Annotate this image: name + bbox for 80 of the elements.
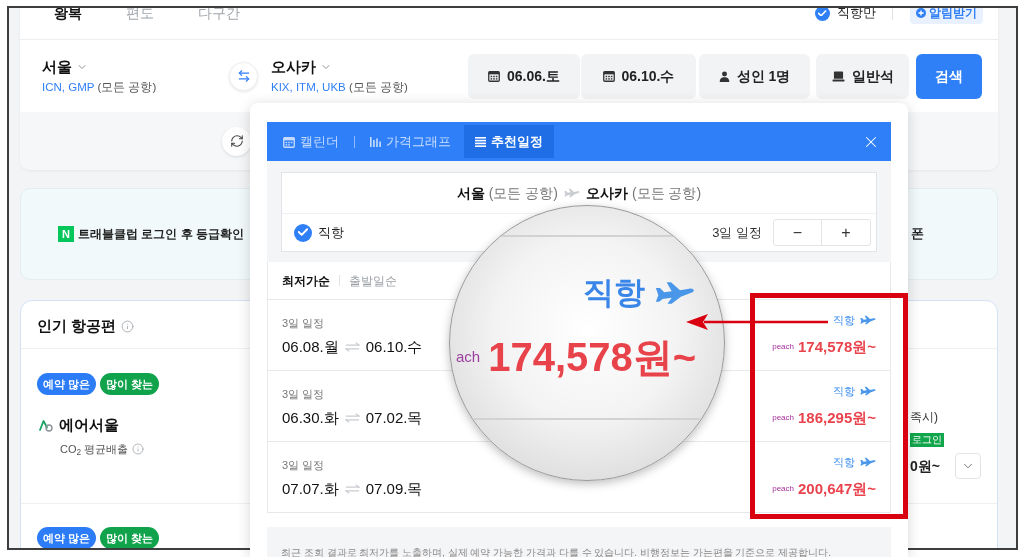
- condition-text: 족시): [910, 409, 938, 425]
- popularity-tag: 많이 찾는: [100, 527, 160, 548]
- section-title: 인기 항공편: [37, 316, 117, 337]
- cabin-class-button[interactable]: 일반석: [816, 53, 909, 99]
- calendar-icon: [488, 70, 501, 82]
- fare-price: 174,578원~: [798, 337, 876, 357]
- popup-tab[interactable]: 추천일정: [464, 125, 554, 158]
- popularity-tag: 많이 찾는: [100, 373, 160, 395]
- plane-icon: [655, 281, 695, 305]
- airline-logo: peach: [772, 341, 794, 353]
- checkbox-label: 직항만: [837, 8, 876, 23]
- check-icon: [818, 9, 827, 17]
- return-date: 07.02.목: [365, 408, 423, 428]
- airline-logo: peach: [772, 483, 794, 495]
- airline-logo-icon: [39, 418, 53, 432]
- decrease-button[interactable]: −: [774, 220, 822, 245]
- round-trip-arrows-icon: [344, 342, 360, 352]
- check-icon: [298, 228, 308, 237]
- seat-icon: [831, 70, 845, 82]
- departure-date: 06.08.월: [282, 337, 339, 357]
- swap-button[interactable]: [229, 61, 258, 91]
- magnified-airline-logo: ach: [456, 346, 481, 367]
- calendar-icon: [602, 70, 615, 82]
- letter-logo: N: [58, 226, 74, 242]
- airport-codes: ICN, GMP (모든 공항): [42, 80, 158, 95]
- trip-length: 3일 일정: [282, 316, 326, 330]
- airline-name: 에어서울: [59, 414, 119, 435]
- trip-length: 3일 일정: [282, 387, 326, 401]
- sort-tab[interactable]: 최저가순: [282, 271, 330, 290]
- return-date: 07.09.목: [365, 479, 423, 499]
- date-picker-button[interactable]: 06.06.토: [468, 53, 580, 99]
- popularity-tag: 예약 많은: [37, 527, 97, 548]
- reset-button[interactable]: [222, 126, 251, 156]
- plane-icon: [860, 315, 876, 325]
- return-date: 06.10.수: [365, 337, 423, 357]
- fare-price: 200,647원~: [798, 479, 876, 499]
- person-icon: [718, 70, 730, 82]
- round-trip-arrows-icon: [344, 484, 360, 494]
- banner-text: 트래블클럽 로그인 후 등급확인: [78, 226, 244, 243]
- departure-date: 06.30.화: [282, 408, 339, 428]
- origin-select[interactable]: 서울: [42, 57, 88, 77]
- magnified-label: 직항: [583, 275, 645, 311]
- direct-flight-label: 직항: [833, 384, 855, 398]
- airport-codes: KIX, ITM, UKB (모든 공항): [271, 80, 409, 95]
- swap-icon: [236, 69, 251, 83]
- popularity-tag: 예약 많은: [37, 373, 97, 395]
- trip-length: 3일 일정: [282, 458, 326, 472]
- login-tag: 로그인: [910, 433, 944, 447]
- route-origin: 서울 (모든 공항): [456, 183, 558, 203]
- plane-icon: [564, 188, 580, 198]
- info-icon: [132, 443, 145, 455]
- emission-label: CO$_{2}$ 평균배출: [60, 441, 129, 458]
- trip-type-tab[interactable]: 왕복: [54, 8, 126, 24]
- list-icon: [475, 136, 486, 147]
- airline-logo: peach: [772, 412, 794, 424]
- refresh-icon: [229, 134, 244, 148]
- round-trip-arrows-icon: [344, 413, 360, 423]
- route-destination: 오사카 (모든 공항): [586, 183, 702, 203]
- date-picker-button[interactable]: 06.10.수: [581, 53, 696, 99]
- bar-chart-icon: [370, 136, 381, 147]
- departure-date: 07.07.화: [282, 479, 339, 499]
- increase-button[interactable]: +: [822, 220, 870, 245]
- destination-select[interactable]: 오사카: [271, 57, 332, 77]
- magnified-price: 174,578원~: [488, 334, 697, 381]
- trip-length-label: 3일 일정: [712, 223, 762, 242]
- info-icon: [121, 320, 135, 333]
- banner-side-text: 폰: [911, 225, 924, 244]
- plane-icon: [860, 457, 876, 467]
- calendar-icon: [283, 135, 295, 148]
- checkbox[interactable]: [294, 223, 312, 242]
- checkbox[interactable]: [815, 8, 830, 21]
- direct-flight-label: 직항: [833, 313, 855, 327]
- direct-flight-label: 직항: [833, 455, 855, 469]
- plane-icon: [860, 386, 876, 396]
- checkbox-label: 직항: [318, 223, 344, 242]
- fare-price: 186,295원~: [798, 408, 876, 428]
- disclaimer-text: 최근 조회 결과로 최저가를 노출하며, 실제 예약 가능한 가격과 다를 수 있습니다. 비행정보는 가는편을 기준으로 제공합니다.: [281, 546, 831, 557]
- search-button[interactable]: 검색: [916, 53, 982, 99]
- fare-price: 0원~: [910, 457, 940, 476]
- passenger-button[interactable]: 성인 1명: [699, 53, 810, 99]
